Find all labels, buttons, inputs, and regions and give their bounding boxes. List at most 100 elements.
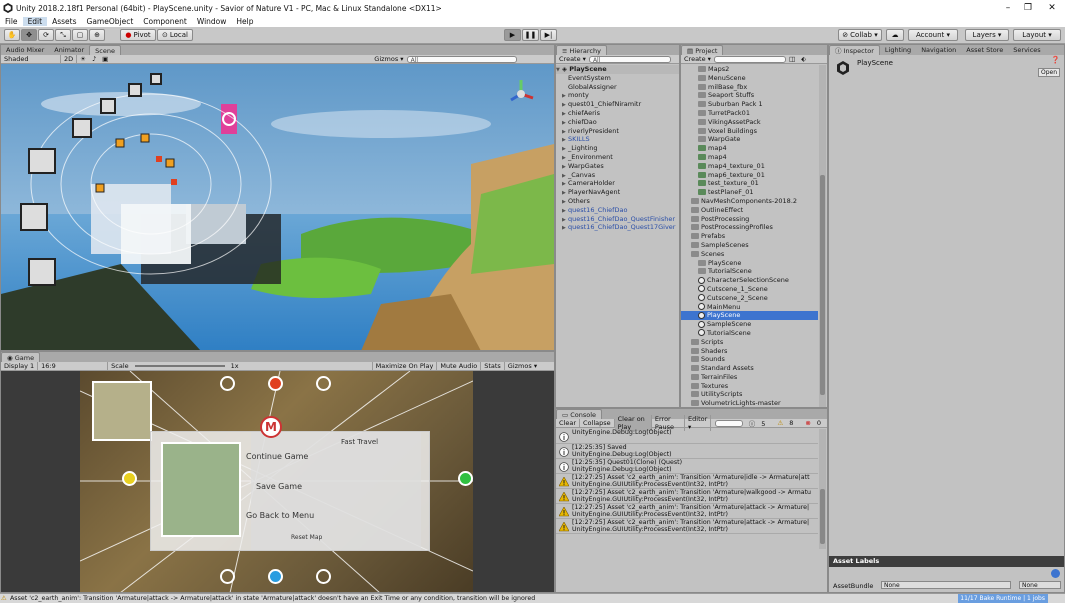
inspector-help-icon[interactable]: ❓ [1051,56,1060,64]
project-item[interactable]: NavMeshComponents-2018.2 [681,197,818,206]
project-item[interactable]: VolumetricLights-master [681,399,818,407]
map-node[interactable] [268,376,283,391]
project-item[interactable]: TutorialScene [681,267,818,276]
project-item[interactable]: Maps2 [681,65,818,74]
hierarchy-item[interactable]: ▶ quest16_ChiefDao_QuestFinisher [556,215,679,224]
map-node[interactable] [220,569,235,584]
hierarchy-item[interactable]: ▶ WarpGates [556,162,679,171]
project-item[interactable]: Standard Assets [681,364,818,373]
filter-type-icon[interactable]: ◫ [786,55,798,63]
console-search-input[interactable] [715,419,743,427]
project-item[interactable]: Suburban Pack 1 [681,100,818,109]
project-item[interactable]: PlayScene [681,259,818,268]
inspector-open-button[interactable]: Open [1038,68,1060,77]
map-node[interactable] [220,376,235,391]
game-viewport[interactable]: Continue Game Save Game Go Back to Menu … [80,371,473,592]
layers-button[interactable]: Layers ▾ [965,29,1009,41]
close-button[interactable]: ✕ [1044,1,1060,15]
minimize-button[interactable]: – [1000,1,1016,15]
status-message[interactable]: Asset 'c2_earth_anim': Transition 'Armat… [10,595,535,602]
project-item[interactable]: CharacterSelectionScene [681,276,818,285]
hierarchy-scene-root[interactable]: ▼ ◈ PlayScene [556,65,679,74]
project-scrollbar[interactable] [819,65,826,407]
project-item[interactable]: UtilityScripts [681,390,818,399]
display-dropdown[interactable]: Display 1 [1,362,39,370]
save-game-button[interactable]: Save Game [256,482,302,491]
project-item[interactable]: map4 [681,144,818,153]
scene-gizmos-dropdown[interactable]: Gizmos ▾ [371,55,406,63]
collab-button[interactable]: ⊘ Collab ▾ [838,29,882,41]
hierarchy-item[interactable]: ▶ _Environment [556,153,679,162]
console-scrollbar-thumb[interactable] [820,489,825,544]
step-button[interactable]: ▶| [540,29,557,41]
hierarchy-item[interactable]: ▶ CameraHolder [556,179,679,188]
play-button[interactable]: ▶ [504,29,521,41]
scene-search-input[interactable]: All [406,55,517,64]
tab-game[interactable]: ◉ Game [1,352,41,362]
lighting-toggle-icon[interactable]: ☀ [77,55,89,63]
asset-labels-header[interactable]: Asset Labels [829,556,1064,567]
tab-hierarchy[interactable]: ≡ Hierarchy [556,45,607,55]
console-scrollbar[interactable] [819,429,826,549]
project-item[interactable]: WarpGate [681,135,818,144]
maximize-on-play-toggle[interactable]: Maximize On Play [371,362,437,370]
filter-label-icon[interactable]: ⬖ [798,55,809,63]
hand-tool-icon[interactable]: ✋ [4,29,20,41]
mute-audio-toggle[interactable]: Mute Audio [436,362,480,370]
console-warn-count[interactable]: ⚠ 8 [771,419,799,427]
asset-label-tag-icon[interactable] [1051,569,1060,578]
cloud-button[interactable]: ☁ [886,29,904,41]
project-item[interactable]: Scenes [681,250,818,259]
continue-game-button[interactable]: Continue Game [246,452,308,461]
tab-console[interactable]: ▭ Console [556,409,603,419]
maximize-button[interactable]: ❐ [1020,1,1036,15]
hierarchy-item[interactable]: ▶ monty [556,91,679,100]
project-item[interactable]: Cutscene_2_Scene [681,294,818,303]
hierarchy-item[interactable]: ▶ quest01_ChiefNiramitr [556,100,679,109]
move-tool-icon[interactable]: ✥ [21,29,37,41]
project-item[interactable]: Textures [681,382,818,391]
hierarchy-item[interactable]: ▶ quest16_ChiefDao_Quest17Giver [556,223,679,232]
pause-button[interactable]: ❚❚ [522,29,539,41]
project-item[interactable]: map4_texture_01 [681,162,818,171]
scale-tool-icon[interactable]: ⤡ [55,29,71,41]
asset-bundle-dropdown[interactable]: None [881,581,1011,589]
hierarchy-item[interactable]: ▶ Others [556,197,679,206]
hierarchy-item[interactable]: EventSystem [556,74,679,83]
project-item[interactable]: milBase_fbx [681,83,818,92]
project-item[interactable]: Seaport Stuffs [681,91,818,100]
asset-bundle-variant-dropdown[interactable]: None [1019,581,1061,589]
project-item[interactable]: Prefabs [681,232,818,241]
hierarchy-item[interactable]: ▶ chiefAeris [556,109,679,118]
tab-lighting[interactable]: Lighting [880,45,916,55]
project-item[interactable]: Sounds [681,355,818,364]
back-to-menu-button[interactable]: Go Back to Menu [246,511,314,520]
project-item[interactable]: PlayScene [681,311,818,321]
project-item[interactable]: Cutscene_1_Scene [681,285,818,294]
console-log-row[interactable]: UnityEngine.Debug:Log(Object) [556,429,818,444]
project-item[interactable]: TerrainFiles [681,373,818,382]
menu-component[interactable]: Component [138,17,192,26]
console-log-row[interactable]: [12:25:35] Saved UnityEngine.Debug:Log(Ob… [556,444,818,459]
console-clear-button[interactable]: Clear [556,419,580,427]
console-info-count[interactable]: ⓘ 5 [743,418,772,428]
scene-viewport[interactable] [1,64,554,351]
project-search-input[interactable] [713,55,786,63]
tab-services[interactable]: Services [1008,45,1045,55]
hierarchy-item[interactable]: ▶ quest16_ChiefDao [556,206,679,215]
project-item[interactable]: OutlineEffect [681,206,818,215]
project-create-button[interactable]: Create ▾ [681,55,714,63]
project-item[interactable]: TurretPack01 [681,109,818,118]
rect-tool-icon[interactable]: ▢ [72,29,88,41]
project-item[interactable]: testPlaneF_01 [681,188,818,197]
console-log-row[interactable]: [12:27:25] Asset 'c2_earth_anim': Transi… [556,504,818,519]
project-item[interactable]: map6_texture_01 [681,171,818,180]
project-item[interactable]: SampleScene [681,320,818,329]
tab-animator[interactable]: Animator [49,45,89,55]
project-item[interactable]: Scripts [681,338,818,347]
project-scrollbar-thumb[interactable] [820,175,825,395]
minimap[interactable] [92,381,152,441]
project-item[interactable]: MainMenu [681,303,818,312]
account-button[interactable]: Account ▾ [908,29,958,41]
console-log-row[interactable]: [12:25:35] Quest01(Clone) (Quest) UnityEn… [556,459,818,474]
